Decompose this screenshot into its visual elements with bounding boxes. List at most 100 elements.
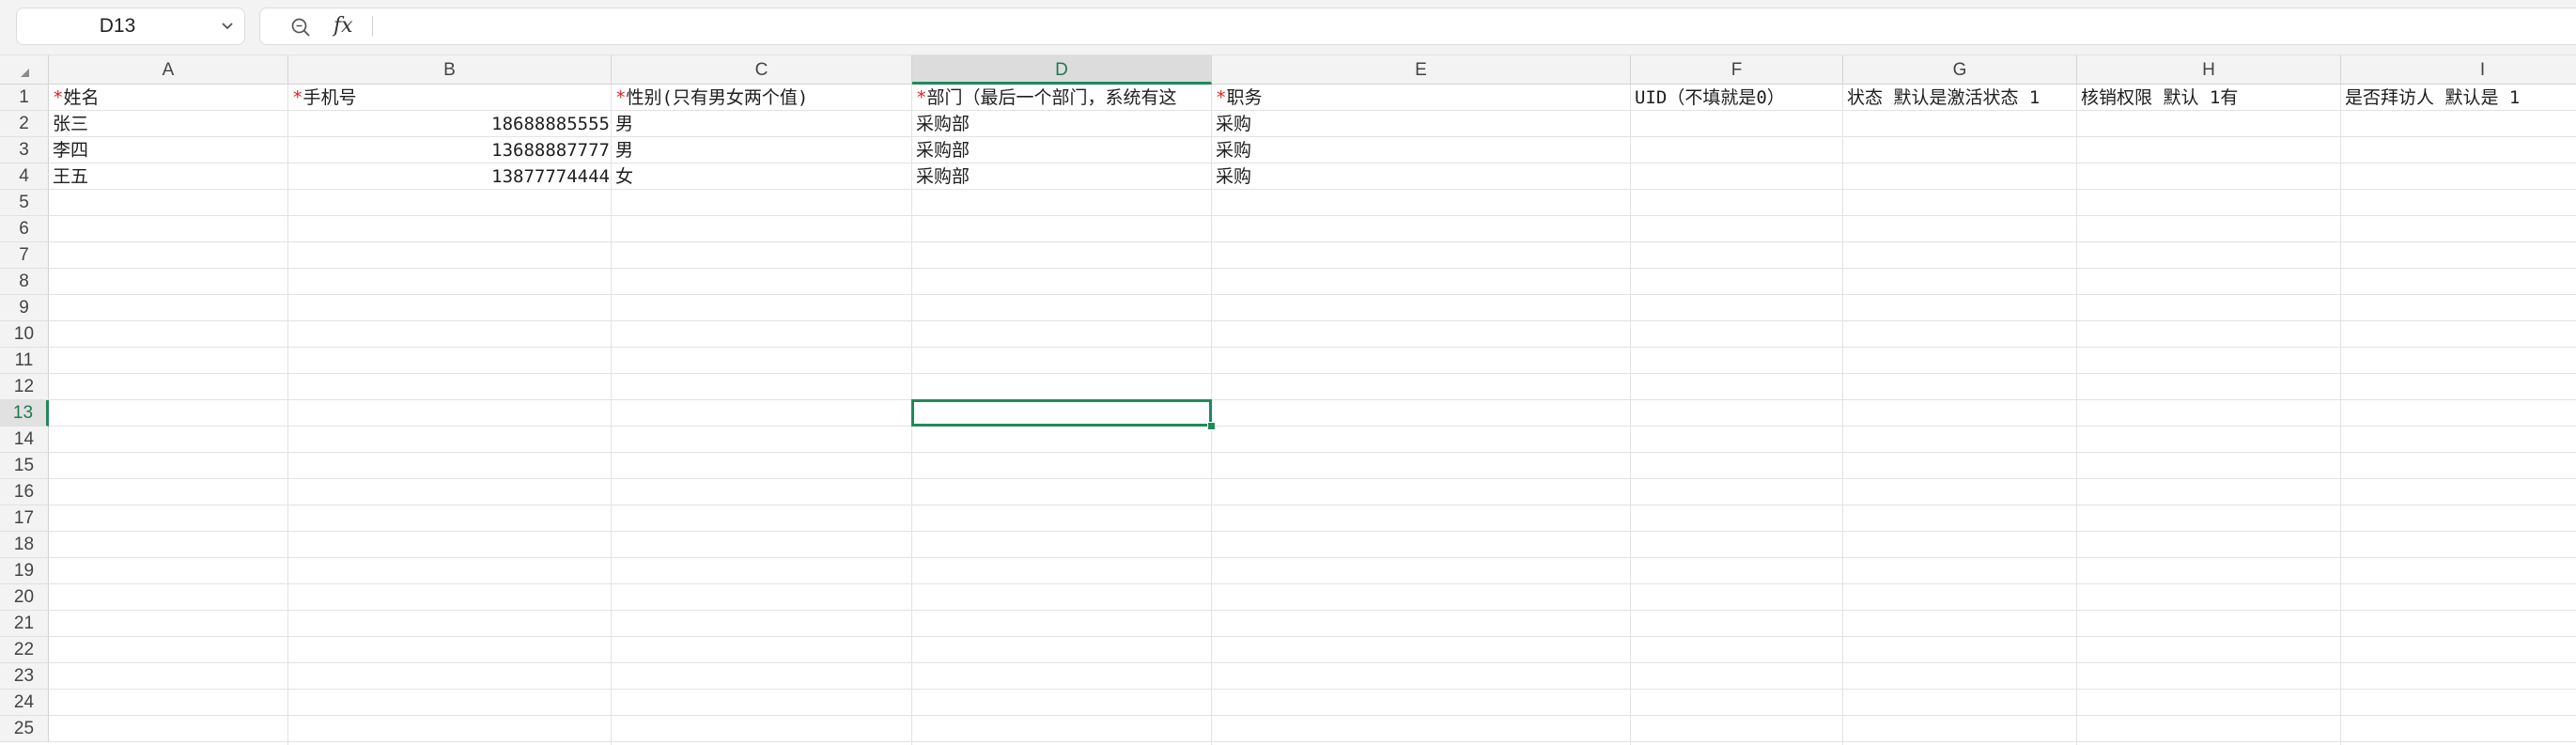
cell-h1[interactable]: 核销权限 默认 1有: [2077, 85, 2341, 111]
row-header-24[interactable]: 24: [0, 690, 49, 716]
cell-a2[interactable]: 张三: [49, 111, 288, 137]
row-header-14[interactable]: 14: [0, 427, 49, 453]
cell-e3[interactable]: 采购: [1212, 137, 1631, 163]
row-gridline: [49, 504, 2576, 505]
row-header-11[interactable]: 11: [0, 348, 49, 374]
cell-text: 男: [615, 140, 634, 161]
row-header-13[interactable]: 13: [0, 400, 49, 427]
row-header-8[interactable]: 8: [0, 269, 49, 295]
cell-c2[interactable]: 男: [612, 111, 912, 137]
fill-handle[interactable]: [1207, 422, 1216, 430]
select-all-button[interactable]: [0, 55, 49, 85]
formula-input[interactable]: [382, 10, 2547, 44]
chevron-down-icon[interactable]: [220, 20, 235, 33]
row-header-22[interactable]: 22: [0, 637, 49, 663]
row-gridline: [49, 531, 2576, 532]
row-header-21[interactable]: 21: [0, 611, 49, 637]
row-header-19[interactable]: 19: [0, 558, 49, 584]
row-header-7[interactable]: 7: [0, 242, 49, 269]
active-cell-outline[interactable]: [911, 399, 1212, 427]
row-header-16[interactable]: 16: [0, 479, 49, 505]
cell-a4[interactable]: 王五: [49, 163, 288, 190]
cell-text: 采购部: [916, 114, 970, 134]
row-gridline: [49, 347, 2576, 348]
column-gridline: [1842, 85, 1843, 745]
function-icon[interactable]: fx: [334, 11, 353, 41]
row-header-20[interactable]: 20: [0, 584, 49, 611]
row-gridline: [49, 426, 2576, 427]
row-header-6[interactable]: 6: [0, 216, 49, 242]
row-header-2[interactable]: 2: [0, 111, 49, 137]
row-header-18[interactable]: 18: [0, 532, 49, 558]
formula-field: fx: [259, 8, 2576, 45]
cell-c4[interactable]: 女: [612, 163, 912, 190]
cell-text: 王五: [53, 166, 89, 187]
cell-text: 18688885555: [491, 114, 610, 134]
cell-e4[interactable]: 采购: [1212, 163, 1631, 190]
column-header-d[interactable]: D: [912, 55, 1212, 85]
row-header-5[interactable]: 5: [0, 190, 49, 216]
row-header-9[interactable]: 9: [0, 295, 49, 321]
cell-text: 13688887777: [491, 140, 610, 161]
cell-b2[interactable]: 18688885555: [288, 111, 612, 137]
name-box[interactable]: D13: [16, 8, 245, 45]
column-header-b[interactable]: B: [288, 55, 612, 85]
cell-a3[interactable]: 李四: [49, 137, 288, 163]
row-header-12[interactable]: 12: [0, 374, 49, 400]
cell-text: 姓名: [63, 87, 100, 108]
cell-d1[interactable]: *部门（最后一个部门，系统有这: [912, 85, 1208, 111]
cell-e1[interactable]: *职务: [1212, 85, 1631, 111]
column-header-e[interactable]: E: [1212, 55, 1631, 85]
column-gridline: [2340, 85, 2341, 745]
row-gridline: [49, 452, 2576, 453]
cell-d2[interactable]: 采购部: [912, 111, 1208, 137]
cell-f1[interactable]: UID（不填就是0）: [1631, 85, 1843, 111]
cell-text: 采购: [1216, 114, 1252, 134]
row-gridline: [49, 715, 2576, 716]
column-header-g[interactable]: G: [1843, 55, 2077, 85]
column-header-h[interactable]: H: [2077, 55, 2341, 85]
row-gridline: [49, 268, 2576, 269]
row-header-10[interactable]: 10: [0, 321, 49, 348]
row-header-25[interactable]: 25: [0, 716, 49, 742]
cell-c1[interactable]: *性别(只有男女两个值): [612, 85, 912, 111]
row-header-17[interactable]: 17: [0, 505, 49, 532]
row-gridline: [49, 741, 2576, 742]
cell-i1[interactable]: 是否拜访人 默认是 1: [2341, 85, 2576, 111]
cell-area[interactable]: *姓名 *手机号 *性别(只有男女两个值) *部门（最后一个部门，系统有这 *职务 UID…: [49, 85, 2576, 745]
cell-b4[interactable]: 13877774444: [288, 163, 612, 190]
row-header-15[interactable]: 15: [0, 453, 49, 479]
cell-e2[interactable]: 采购: [1212, 111, 1631, 137]
cell-text: 采购: [1216, 166, 1252, 187]
select-all-triangle-icon[interactable]: [21, 69, 29, 77]
cell-c3[interactable]: 男: [612, 137, 912, 163]
zoom-icon[interactable]: [290, 17, 311, 38]
name-box-value[interactable]: D13: [17, 8, 218, 44]
cell-b1[interactable]: *手机号: [288, 85, 612, 111]
cell-text: 13877774444: [491, 166, 610, 187]
cell-text: 性别(只有男女两个值): [626, 87, 809, 108]
row-gridline: [49, 636, 2576, 637]
cell-text: 采购部: [916, 140, 970, 161]
column-header-c[interactable]: C: [612, 55, 912, 85]
column-header-a[interactable]: A: [49, 55, 288, 85]
row-header-3[interactable]: 3: [0, 137, 49, 163]
cell-text: 核销权限 默认 1有: [2081, 87, 2239, 108]
row-header-4[interactable]: 4: [0, 163, 49, 190]
column-header-f[interactable]: F: [1631, 55, 1843, 85]
row-gridline: [49, 215, 2576, 216]
row-header-23[interactable]: 23: [0, 663, 49, 690]
cell-text: UID（不填就是0）: [1635, 87, 1785, 108]
cell-b3[interactable]: 13688887777: [288, 137, 612, 163]
row-header-1[interactable]: 1: [0, 85, 49, 111]
row-gridline: [49, 583, 2576, 584]
cell-g1[interactable]: 状态 默认是激活状态 1: [1843, 85, 2077, 111]
cell-d3[interactable]: 采购部: [912, 137, 1208, 163]
cell-text: 状态 默认是激活状态 1: [1847, 87, 2041, 108]
cell-d4[interactable]: 采购部: [912, 163, 1208, 190]
cell-text: 手机号: [303, 87, 357, 108]
column-header-i[interactable]: I: [2341, 55, 2576, 85]
formula-divider: [372, 16, 373, 37]
formula-bar: D13 fx: [0, 0, 2576, 55]
cell-a1[interactable]: *姓名: [49, 85, 288, 111]
